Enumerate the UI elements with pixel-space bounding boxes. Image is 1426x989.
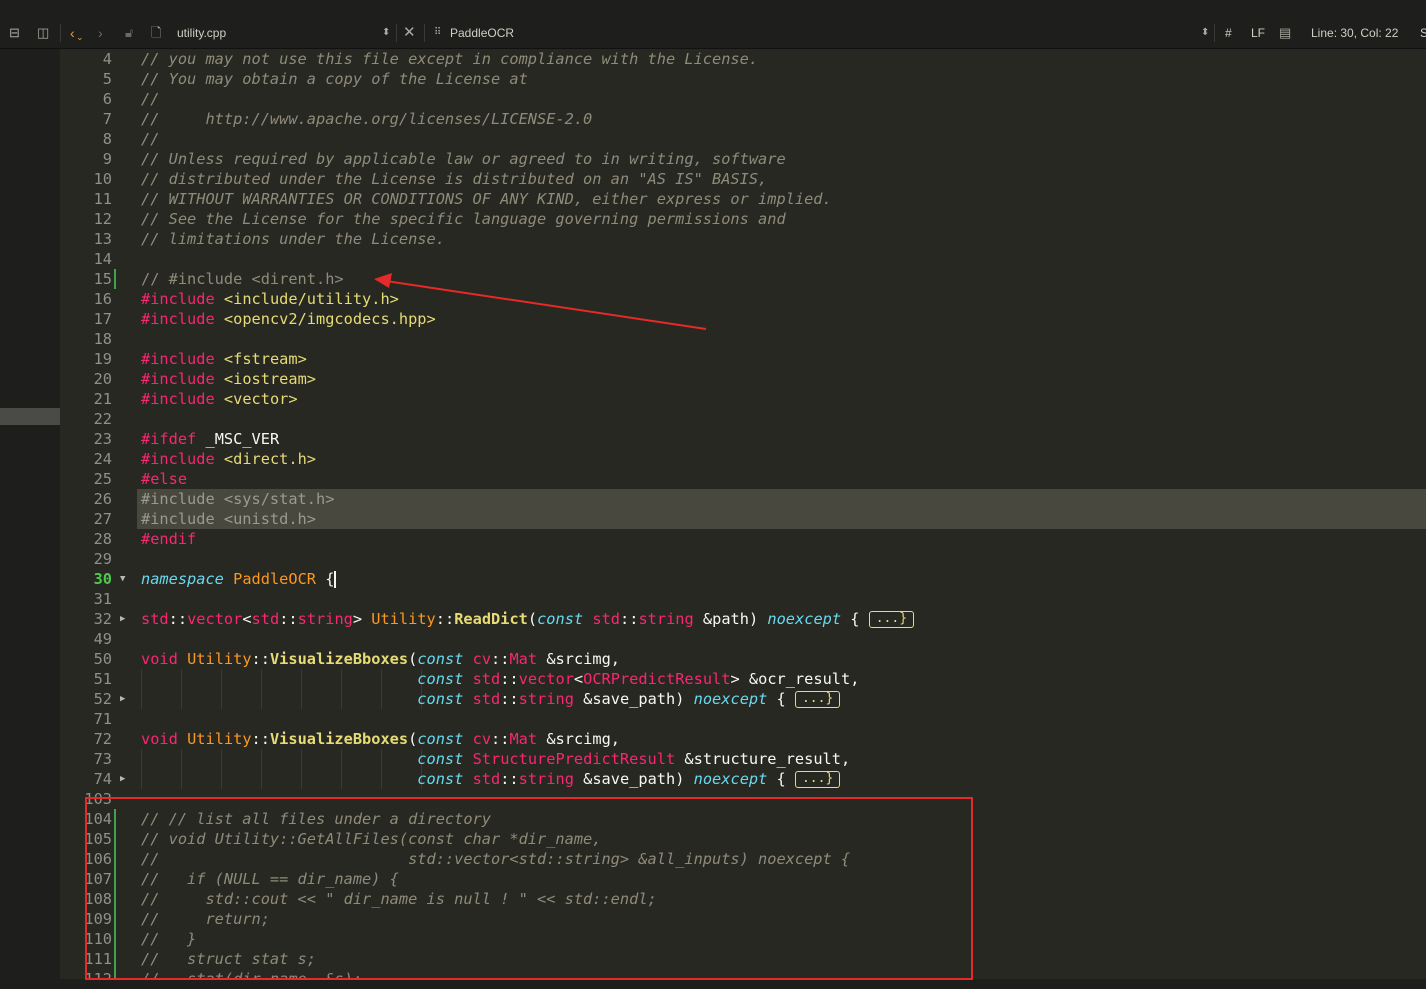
annotation-arrow: [374, 273, 707, 330]
